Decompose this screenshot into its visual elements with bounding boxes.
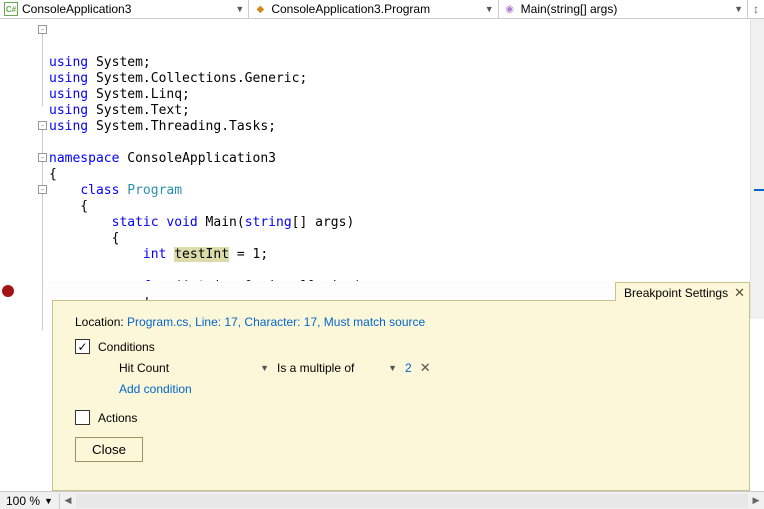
add-condition-link[interactable]: Add condition <box>119 382 192 396</box>
panel-titlebar: Breakpoint Settings ✕ <box>615 282 750 301</box>
breakpoint-settings-panel: Breakpoint Settings ✕ Location: Program.… <box>52 300 750 491</box>
condition-entry: Hit Count ▼ Is a multiple of ▼ 2 ✕ <box>119 360 733 376</box>
location-row: Location: Program.cs, Line: 17, Characte… <box>75 315 733 329</box>
status-bar: 100 % ▼ ◀ ▶ <box>0 491 764 509</box>
conditions-checkbox[interactable]: ✓ <box>75 339 90 354</box>
scope-dropdown[interactable]: C# ConsoleApplication3 ▼ <box>0 0 249 18</box>
chevron-down-icon: ▼ <box>485 4 494 14</box>
chevron-down-icon: ▼ <box>388 363 397 373</box>
split-button[interactable]: ↕ <box>748 0 764 18</box>
chevron-down-icon: ▼ <box>734 4 743 14</box>
code-area[interactable]: using System; using System.Collections.G… <box>45 19 750 319</box>
scroll-track[interactable] <box>76 494 748 508</box>
overview-ruler[interactable] <box>750 19 764 319</box>
actions-checkbox[interactable] <box>75 410 90 425</box>
member-text: Main(string[] args) <box>521 2 618 16</box>
close-button[interactable]: Close <box>75 437 143 462</box>
member-dropdown[interactable]: ◉ Main(string[] args) ▼ <box>499 0 748 18</box>
remove-condition-icon[interactable]: ✕ <box>420 360 431 376</box>
scroll-left-button[interactable]: ◀ <box>60 493 76 509</box>
ruler-mark <box>754 189 764 191</box>
scroll-right-button[interactable]: ▶ <box>748 493 764 509</box>
condition-op-text: Is a multiple of <box>277 361 354 375</box>
chevron-down-icon: ▼ <box>235 4 244 14</box>
conditions-label: Conditions <box>98 340 155 354</box>
chevron-down-icon: ▼ <box>260 363 269 373</box>
method-icon: ◉ <box>503 2 517 16</box>
outline-line <box>42 34 43 106</box>
code-editor[interactable]: - - - - using System; using System.Colle… <box>0 19 764 319</box>
condition-op-dropdown[interactable]: Is a multiple of ▼ <box>277 361 397 375</box>
actions-row: Actions <box>75 410 733 425</box>
split-icon: ↕ <box>753 2 759 16</box>
breakpoint-glyph[interactable] <box>2 285 14 297</box>
location-link[interactable]: Program.cs, Line: 17, Character: 17, Mus… <box>127 315 425 329</box>
condition-type-text: Hit Count <box>119 361 169 375</box>
navigation-bar: C# ConsoleApplication3 ▼ ◆ ConsoleApplic… <box>0 0 764 19</box>
csharp-icon: C# <box>4 2 18 16</box>
scope-text: ConsoleApplication3 <box>22 2 131 16</box>
chevron-down-icon: ▼ <box>44 496 53 506</box>
class-text: ConsoleApplication3.Program <box>271 2 430 16</box>
zoom-text: 100 % <box>6 494 40 508</box>
location-label: Location: <box>75 315 127 329</box>
close-icon[interactable]: ✕ <box>734 285 745 301</box>
add-condition-row: Add condition <box>119 382 733 396</box>
class-dropdown[interactable]: ◆ ConsoleApplication3.Program ▼ <box>249 0 498 18</box>
editor-gutter: - - - - <box>0 19 45 319</box>
zoom-dropdown[interactable]: 100 % ▼ <box>0 494 59 508</box>
condition-value[interactable]: 2 <box>405 361 412 375</box>
panel-title-text: Breakpoint Settings <box>624 286 728 300</box>
actions-label: Actions <box>98 411 137 425</box>
condition-type-dropdown[interactable]: Hit Count ▼ <box>119 361 269 375</box>
horizontal-scrollbar[interactable]: ◀ ▶ <box>59 493 764 509</box>
class-icon: ◆ <box>253 2 267 16</box>
conditions-row: ✓ Conditions <box>75 339 733 354</box>
